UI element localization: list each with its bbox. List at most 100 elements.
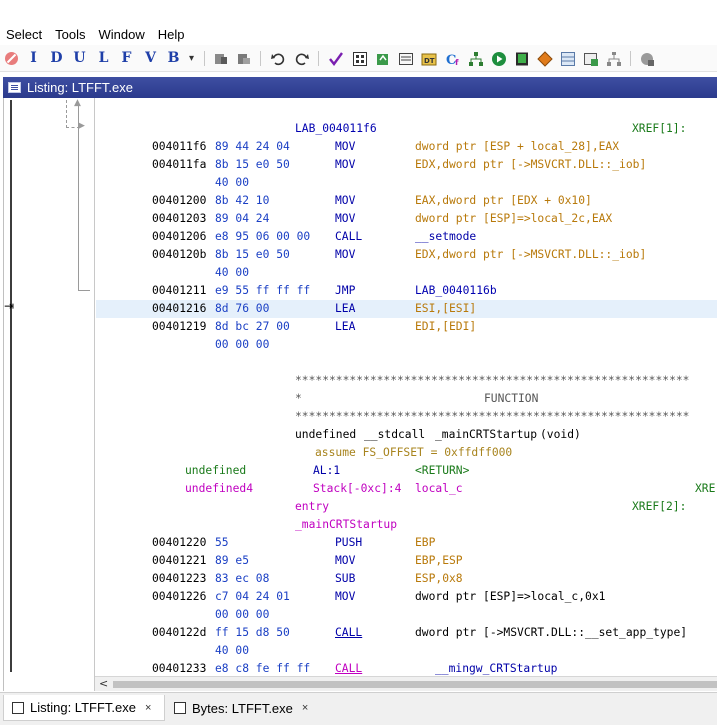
memory-map-icon[interactable] xyxy=(559,50,576,67)
function-label[interactable]: _mainCRTStartup xyxy=(295,516,397,534)
code-row[interactable]: 00401219 8d bc 27 00 LEA EDI,[EDI] xyxy=(96,318,717,336)
code-row[interactable]: 00401226 c7 04 24 01 MOV dword ptr [ESP]… xyxy=(96,588,717,606)
export-icon[interactable] xyxy=(374,50,391,67)
menu-select[interactable]: Select xyxy=(0,27,48,42)
bookmark-diamond-icon[interactable] xyxy=(536,50,553,67)
label-nav-icon[interactable]: L xyxy=(95,50,112,67)
variable-row[interactable]: undefined AL:1 <RETURN> xyxy=(96,462,717,480)
code-row[interactable]: 00401206 e8 95 06 00 00 CALL __setmode xyxy=(96,228,717,246)
chevron-down-icon[interactable]: ▾ xyxy=(183,50,200,67)
star-line: ****************************************… xyxy=(295,410,690,423)
tree-icon[interactable] xyxy=(605,50,622,67)
undo-icon[interactable] xyxy=(269,50,286,67)
tab-listing[interactable]: Listing: LTFFT.exe × xyxy=(3,695,165,721)
row-address: 00401220 xyxy=(152,536,207,549)
function-signature[interactable]: undefined __stdcall _mainCRTStartup (voi… xyxy=(96,426,717,444)
row-bytes: e9 55 ff ff ff xyxy=(215,284,311,297)
horizontal-scrollbar[interactable]: < xyxy=(95,676,717,691)
console-icon[interactable] xyxy=(513,50,530,67)
xref[interactable]: XREF[1]: xyxy=(632,120,686,138)
data-types-icon[interactable]: DT xyxy=(420,50,437,67)
bookmark-nav-icon[interactable]: B xyxy=(165,50,182,67)
code-label[interactable]: LAB_004011f6 xyxy=(295,120,377,138)
row-address: 00401206 xyxy=(152,230,207,243)
code-row[interactable]: 00401200 8b 42 10 MOV EAX,dword ptr [EDX… xyxy=(96,192,717,210)
variable-row[interactable]: undefined4 Stack[-0xc]:4 local_c XRE xyxy=(96,480,717,498)
plugin-icon[interactable] xyxy=(638,50,655,67)
toolbar-divider xyxy=(204,51,205,66)
code-row[interactable]: 00401233 e8 c8 fe ff ff CALL __mingw_CRT… xyxy=(96,660,717,676)
calling-convention: __stdcall xyxy=(364,428,426,441)
row-operands[interactable]: LAB_0040116b xyxy=(415,282,497,300)
row-operands: EDX,dword ptr [->MSVCRT.DLL::_iob] xyxy=(415,158,647,171)
code-row[interactable]: 00401221 89 e5 MOV EBP,ESP xyxy=(96,552,717,570)
entry-label[interactable]: entry xyxy=(295,498,329,516)
xref[interactable]: XREF[2]: xyxy=(632,498,686,516)
row-bytes: 40 00 xyxy=(215,266,250,279)
value-nav-icon[interactable]: V xyxy=(142,50,159,67)
redo-icon[interactable] xyxy=(293,50,310,67)
code-row[interactable]: 004011f6 89 44 24 04 MOV dword ptr [ESP … xyxy=(96,138,717,156)
row-operands: dword ptr [ESP]=>local_c,0x1 xyxy=(415,590,606,603)
row-address: 00401223 xyxy=(152,572,207,585)
code-row[interactable]: 40 00 xyxy=(96,264,717,282)
menu-help[interactable]: Help xyxy=(151,27,191,42)
function-header-border: ****************************************… xyxy=(96,372,717,390)
row-operands: dword ptr [->MSVCRT.DLL::__set_app_type] xyxy=(415,626,688,639)
code-row[interactable]: 00401220 55 PUSH EBP xyxy=(96,534,717,552)
scroll-left-icon[interactable]: < xyxy=(99,677,108,690)
symbol-table-icon[interactable] xyxy=(397,50,414,67)
row-mnemonic: MOV xyxy=(335,212,356,225)
close-icon[interactable]: × xyxy=(302,702,308,714)
close-icon[interactable]: × xyxy=(145,702,151,714)
selected-code-row[interactable]: 00401216 8d 76 00 LEA ESI,[ESI] xyxy=(96,300,717,318)
code-row[interactable]: 00 00 00 xyxy=(96,606,717,624)
code-row[interactable]: 00401223 83 ec 08 SUB ESP,0x8 xyxy=(96,570,717,588)
code-row[interactable]: 00401203 89 04 24 MOV dword ptr [ESP]=>l… xyxy=(96,210,717,228)
margin-border xyxy=(3,98,4,691)
instruction-nav-icon[interactable]: I xyxy=(25,50,42,67)
function-label-row[interactable]: _mainCRTStartup xyxy=(96,516,717,534)
code-row[interactable]: 0040122d ff 15 d8 50 CALL dword ptr [->M… xyxy=(96,624,717,642)
navigation-bar[interactable] xyxy=(10,100,12,672)
row-operands: EDI,[EDI] xyxy=(415,320,477,333)
row-address: 00401219 xyxy=(152,320,207,333)
puzzle-icon[interactable] xyxy=(212,50,229,67)
code-row[interactable]: 40 00 xyxy=(96,174,717,192)
clear-flow-icon[interactable] xyxy=(3,50,20,67)
function-nav-icon[interactable]: F xyxy=(118,50,135,67)
code-row[interactable]: 004011fa 8b 15 e0 50 MOV EDX,dword ptr [… xyxy=(96,156,717,174)
menu-window[interactable]: Window xyxy=(92,27,151,42)
row-operands[interactable]: __mingw_CRTStartup xyxy=(435,660,557,676)
function-graph-icon[interactable] xyxy=(467,50,484,67)
snapshot-icon[interactable] xyxy=(582,50,599,67)
decompile-icon[interactable]: Cf xyxy=(444,50,461,67)
function-name[interactable]: _mainCRTStartup xyxy=(435,426,537,444)
bytes-view-icon[interactable] xyxy=(351,50,368,67)
toolbar-divider xyxy=(260,51,261,66)
row-bytes: 89 04 24 xyxy=(215,212,270,225)
data-nav-icon[interactable]: D xyxy=(48,50,65,67)
entry-row[interactable]: entry XREF[2]: xyxy=(96,498,717,516)
puzzle-alt-icon[interactable] xyxy=(235,50,252,67)
code-row[interactable]: 0040120b 8b 15 e0 50 MOV EDX,dword ptr [… xyxy=(96,246,717,264)
listing-view[interactable]: LAB_004011f6 XREF[1]: 004011f6 89 44 24 … xyxy=(96,100,717,676)
row-mnemonic: CALL xyxy=(335,626,363,639)
run-icon[interactable] xyxy=(490,50,507,67)
checkmark-icon[interactable] xyxy=(327,50,344,67)
xref[interactable]: XRE xyxy=(695,480,715,498)
code-row[interactable]: 00 00 00 xyxy=(96,336,717,354)
row-bytes: e8 95 06 00 00 xyxy=(215,230,311,243)
code-row[interactable]: 40 00 xyxy=(96,642,717,660)
tab-bytes[interactable]: Bytes: LTFFT.exe × xyxy=(166,695,326,721)
row-operands[interactable]: __setmode xyxy=(415,228,476,246)
assume-row: assume FS_OFFSET = 0xffdff000 xyxy=(96,444,717,462)
scrollbar-thumb[interactable] xyxy=(113,681,717,688)
code-row[interactable]: 00401211 e9 55 ff ff ff JMP LAB_0040116b xyxy=(96,282,717,300)
var-storage: AL:1 xyxy=(313,464,341,477)
undefined-nav-icon[interactable]: U xyxy=(71,50,88,67)
menu-tools[interactable]: Tools xyxy=(48,27,91,42)
row-operands: dword ptr [ESP]=>local_2c,EAX xyxy=(415,212,613,225)
tab-label: Bytes: LTFFT.exe xyxy=(192,700,293,716)
row-operands: ESP,0x8 xyxy=(415,572,463,585)
